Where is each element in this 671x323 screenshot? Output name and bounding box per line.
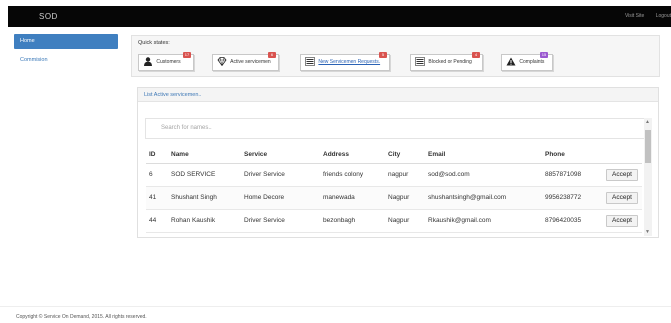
column-header-name: Name [168, 147, 241, 164]
cell-phone: 8796420035 [542, 209, 603, 233]
complaints-badge: 15 [540, 52, 548, 58]
table-header-row: ID Name Service Address City Email Phone [146, 147, 642, 164]
cell-name: SOD SERVICE [168, 163, 241, 187]
cell-phone: 8857871098 [542, 163, 603, 187]
warning-icon [506, 57, 516, 66]
column-header-email: Email [425, 147, 542, 164]
active-servicemen-panel: List Active servicemen.. Search for name… [137, 87, 659, 238]
footer-divider [0, 306, 671, 307]
cell-address: manewada [320, 186, 385, 210]
column-header-city: City [385, 147, 425, 164]
cell-address: bezonbagh [320, 209, 385, 233]
cell-email: Rkaushik@gmail.com [425, 209, 542, 233]
panel-title: List Active servicemen.. [138, 88, 658, 102]
cell-city: Nagpur [385, 209, 425, 233]
customers-label: Customers [156, 59, 181, 65]
cell-id: 6 [146, 163, 168, 187]
new-servicemen-requests-label: New Servicemen Requests. [318, 59, 381, 65]
scroll-thumb[interactable] [645, 130, 651, 163]
diamond-icon [217, 57, 227, 67]
top-navbar: SOD Visit Site Logout [8, 6, 671, 27]
quick-states-buttons: Customers 17 Active servicemen 6 New Ser… [132, 52, 659, 74]
column-header-phone: Phone [542, 147, 603, 164]
blocked-or-pending-button[interactable]: Blocked or Pending 4 [410, 52, 483, 71]
cell-service: Driver Service [241, 163, 320, 187]
table-row: 44 Rohan Kaushik Driver Service bezonbag… [146, 209, 642, 233]
blocked-or-pending-label: Blocked or Pending [428, 59, 472, 65]
cell-email: sod@sod.com [425, 163, 542, 187]
customers-badge: 17 [183, 52, 191, 58]
active-servicemen-badge: 6 [268, 52, 276, 58]
cell-action: Accept [603, 209, 642, 233]
brand-logo[interactable]: SOD [39, 12, 58, 21]
cell-email: shushantsingh@gmail.com [425, 186, 542, 210]
scroll-up-arrow-icon[interactable]: ▲ [645, 119, 650, 125]
search-input[interactable]: Search for names.. [145, 118, 645, 139]
table-row: 41 Shushant Singh Home Decore manewada N… [146, 186, 642, 210]
quick-states-title: Quick states: [138, 40, 170, 46]
list-icon [415, 57, 425, 66]
table-scrollbar[interactable]: ▲ ▼ [644, 118, 652, 236]
top-links: Visit Site Logout [625, 13, 671, 19]
blocked-or-pending-badge: 4 [472, 52, 480, 58]
cell-id: 41 [146, 186, 168, 210]
cell-service: Driver Service [241, 209, 320, 233]
column-header-id: ID [146, 147, 168, 164]
visit-site-link[interactable]: Visit Site [625, 13, 644, 19]
person-icon [144, 57, 152, 67]
column-header-service: Service [241, 147, 320, 164]
cell-action: Accept [603, 163, 642, 187]
cell-name: Rohan Kaushik [168, 209, 241, 233]
accept-button[interactable]: Accept [606, 191, 638, 204]
scroll-down-arrow-icon[interactable]: ▼ [645, 229, 650, 235]
customers-button[interactable]: Customers 17 [138, 52, 194, 71]
quick-states-panel: Quick states: Customers 17 Active servic… [131, 35, 660, 77]
complaints-button[interactable]: Complaints 15 [501, 52, 553, 71]
column-header-action [603, 147, 642, 164]
cell-city: nagpur [385, 163, 425, 187]
table-row: 6 SOD SERVICE Driver Service friends col… [146, 163, 642, 187]
cell-id: 44 [146, 209, 168, 233]
sidebar: Home Commision [14, 34, 118, 72]
sidebar-item-commision[interactable]: Commision [14, 53, 118, 68]
logout-link[interactable]: Logout [656, 13, 671, 19]
column-header-address: Address [320, 147, 385, 164]
cell-name: Shushant Singh [168, 186, 241, 210]
cell-address: friends colony [320, 163, 385, 187]
list-icon [305, 57, 315, 66]
cell-service: Home Decore [241, 186, 320, 210]
active-servicemen-button[interactable]: Active servicemen 6 [212, 52, 279, 71]
accept-button[interactable]: Accept [606, 214, 638, 227]
cell-phone: 9956238772 [542, 186, 603, 210]
servicemen-table: ID Name Service Address City Email Phone… [146, 147, 642, 233]
cell-action: Accept [603, 186, 642, 210]
complaints-label: Complaints [519, 59, 545, 65]
cell-city: Nagpur [385, 186, 425, 210]
footer-copyright: Copyright © Service On Demand, 2015. All… [16, 314, 147, 320]
active-servicemen-label: Active servicemen [230, 59, 271, 65]
sidebar-item-home[interactable]: Home [14, 34, 118, 49]
search-placeholder: Search for names.. [161, 125, 212, 131]
accept-button[interactable]: Accept [606, 168, 638, 181]
new-servicemen-requests-button[interactable]: New Servicemen Requests. 5 [300, 52, 390, 71]
new-servicemen-requests-badge: 5 [379, 52, 387, 58]
